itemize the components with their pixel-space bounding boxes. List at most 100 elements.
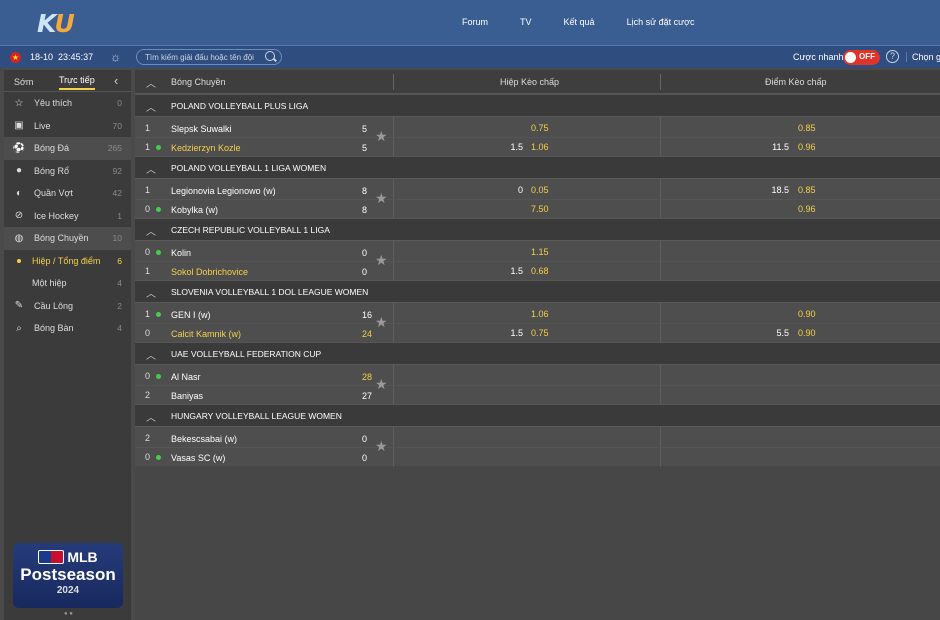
league-header[interactable]: ︿ SLOVENIA VOLLEYBALL 1 DOL LEAGUE WOMEN [135,280,940,302]
theme-sun-icon[interactable]: ☼ [110,50,121,64]
set-handicap-odds[interactable]: 0.75 [531,328,549,338]
sport-icon: ▣ [14,120,24,132]
serving-indicator [156,374,161,379]
point-handicap-odds[interactable]: 0.96 [798,142,816,152]
league-header[interactable]: ︿ HUNGARY VOLLEYBALL LEAGUE WOMEN [135,404,940,426]
league-header[interactable]: ︿ UAE VOLLEYBALL FEDERATION CUP [135,342,940,364]
sidebar-item[interactable]: ⌕ Bóng Bàn 4 [4,317,131,340]
col-set-handicap: Hiệp Kèo chấp [500,77,560,87]
sidebar-item-label: Ice Hockey [34,210,79,221]
sidebar-item[interactable]: ⊘ Ice Hockey 1 [4,205,131,228]
set-score: 1 [145,123,151,133]
favorite-star-icon[interactable]: ★ [375,438,388,455]
favorite-star-icon[interactable]: ★ [375,376,388,393]
quick-bet-toggle[interactable]: OFF [843,50,880,65]
set-handicap-odds[interactable]: 7.50 [531,204,549,214]
search-input[interactable] [136,49,282,65]
sidebar-subitem[interactable]: Hiệp / Tổng điểm 6 [4,250,131,273]
point-handicap-odds[interactable]: 0.90 [798,309,816,319]
point-score: 27 [362,391,373,401]
sidebar-item-count: 4 [117,323,122,334]
help-icon[interactable]: ? [886,50,899,63]
logo[interactable]: KU [37,9,75,38]
sidebar-item[interactable]: ● Bóng Rổ 92 [4,160,131,183]
banner-pagination[interactable]: ● ● [64,611,73,617]
chevron-up-icon[interactable]: ︿ [146,285,156,300]
mlb-postseason-banner[interactable]: MLB Postseason 2024 [13,543,123,608]
point-handicap-line: 11.5 [772,142,789,152]
sport-list: ☆ Yêu thích 0 ▣ Live 70 ⚽ Bóng Đá 265 ● Bóng Rổ 92 ◐… [4,92,131,340]
set-handicap-line: 1.5 [510,266,523,276]
chevron-up-icon[interactable]: ︿ [146,409,156,424]
nav-results[interactable]: Kết quả [564,17,595,27]
league-header[interactable]: ︿ POLAND VOLLEYBALL 1 LIGA WOMEN [135,156,940,178]
set-handicap-odds[interactable]: 0.75 [531,123,549,133]
sidebar-item-count: 1 [117,210,122,221]
nav-forum[interactable]: Forum [462,17,488,27]
favorite-star-icon[interactable]: ★ [375,314,388,331]
tab-early[interactable]: Sớm [14,77,33,87]
set-handicap-odds[interactable]: 1.15 [531,247,549,257]
nav-tv[interactable]: TV [520,17,532,27]
team-name: Kolin [171,248,192,258]
mlb-logo-icon [38,550,65,564]
sidebar-item-count: 70 [112,120,122,131]
favorite-star-icon[interactable]: ★ [375,252,388,269]
col-point-handicap: Điểm Kèo chấp [765,77,827,87]
tab-live[interactable]: Trực tiếp [59,75,95,90]
point-score: 28 [362,372,373,382]
sidebar-item[interactable]: ⚽ Bóng Đá 265 [4,137,131,160]
match-row: 1 Slepsk Suwalki 5 0.75 0.85 1 Kedzierzy… [135,116,940,157]
chevron-up-icon[interactable]: ︿ [146,161,156,176]
team-name: Vasas SC (w) [171,453,226,463]
team-name: Baniyas [171,391,204,401]
sidebar-item[interactable]: ◍ Bóng Chuyền 10 [4,227,131,250]
chevron-up-icon[interactable]: ︿ [146,347,156,362]
team-name: GEN I (w) [171,310,211,320]
favorite-star-icon[interactable]: ★ [375,128,388,145]
quick-bet-label: Cược nhanh [793,52,844,62]
sport-title: Bóng Chuyền [171,77,226,87]
sidebar-item[interactable]: ☆ Yêu thích 0 [4,92,131,115]
point-handicap-odds[interactable]: 0.85 [798,185,816,195]
league-header[interactable]: ︿ CZECH REPUBLIC VOLLEYBALL 1 LIGA [135,218,940,240]
search-icon[interactable] [265,51,275,61]
team-name: Kedzierzyn Kozle [171,143,241,153]
vietnam-flag-icon[interactable]: ★ [10,52,21,63]
point-score: 0 [362,453,368,463]
set-handicap-odds[interactable]: 0.68 [531,266,549,276]
set-score: 1 [145,185,151,195]
favorite-star-icon[interactable]: ★ [375,190,388,207]
sidebar-item-label: Live [34,120,51,131]
sidebar-item[interactable]: ◐ Quần Vợt 42 [4,182,131,205]
sidebar-item[interactable]: ▣ Live 70 [4,115,131,138]
chevron-up-icon[interactable]: ︿ [146,99,156,114]
sidebar-item[interactable]: ✎ Cầu Lông 2 [4,295,131,318]
sidebar-item-count: 42 [112,188,122,199]
set-handicap-odds[interactable]: 1.06 [531,142,549,152]
league-header[interactable]: ︿ POLAND VOLLEYBALL PLUS LIGA [135,94,940,116]
match-table: ︿ Bóng Chuyền Hiệp Kèo chấp Điểm Kèo chấ… [135,70,940,620]
team-row: 1 Slepsk Suwalki 5 0.75 0.85 [135,118,940,138]
sidebar-item-label: Bóng Chuyền [34,233,89,244]
league-name: POLAND VOLLEYBALL 1 LIGA WOMEN [171,163,327,173]
sport-icon: ⚽ [12,142,26,154]
collapse-sidebar-icon[interactable]: ‹ [114,73,118,88]
set-handicap-odds[interactable]: 1.06 [531,309,549,319]
team-row: 0 Kolin 0 1.15 [135,242,940,262]
choose-dropdown[interactable]: Chọn gi [906,52,940,62]
chevron-up-icon[interactable]: ︿ [146,75,156,90]
point-handicap-odds[interactable]: 0.90 [798,328,816,338]
sport-icon: ✎ [14,300,24,312]
sidebar-subitem[interactable]: Một hiệp 4 [4,272,131,295]
chevron-up-icon[interactable]: ︿ [146,223,156,238]
point-handicap-odds[interactable]: 0.85 [798,123,816,133]
sidebar: Sớm Trực tiếp ‹ ☆ Yêu thích 0 ▣ Live 70 ⚽ Bóng … [4,70,131,620]
set-handicap-odds[interactable]: 0.05 [531,185,549,195]
serving-indicator [156,250,161,255]
point-handicap-line: 5.5 [776,328,789,338]
set-score: 0 [145,371,151,381]
point-handicap-odds[interactable]: 0.96 [798,204,816,214]
league-name: SLOVENIA VOLLEYBALL 1 DOL LEAGUE WOMEN [171,287,369,297]
nav-bet-history[interactable]: Lịch sử đặt cược [627,17,695,27]
